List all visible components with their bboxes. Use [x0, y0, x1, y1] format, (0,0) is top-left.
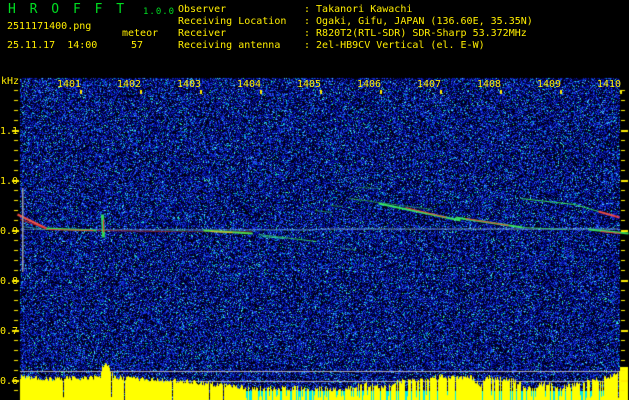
- time-tick-label: 1404: [237, 79, 262, 90]
- spectrogram-canvas: [0, 0, 629, 400]
- datetime-label: 25.11.17 14:00: [7, 40, 98, 51]
- station-info-row: Receiver : R820T2(RTL-SDR) SDR-Sharp 53.3…: [178, 28, 533, 40]
- output-filename: 2511171400.png: [7, 21, 92, 32]
- time-tick-label: 1401: [57, 79, 82, 90]
- freq-tick-label: 0.7: [0, 326, 19, 337]
- freq-tick-label: 1.1: [0, 126, 19, 137]
- station-info-block: Observer: Takanori Kawachi Receiving Loca…: [178, 4, 533, 52]
- app-title: H R O F F T: [8, 2, 128, 17]
- station-info-row: Receiving Location : Ogaki, Gifu, JAPAN (…: [178, 16, 533, 28]
- time-tick-label: 1410: [597, 79, 622, 90]
- freq-tick-label: 1.0: [0, 176, 19, 187]
- mode-label: meteor: [122, 28, 159, 39]
- freq-tick-label: 0.8: [0, 276, 19, 287]
- echo-count: 57: [131, 40, 144, 51]
- time-tick-label: 1403: [177, 79, 202, 90]
- info-value: : R820T2(RTL-SDR) SDR-Sharp 53.372MHz: [304, 28, 527, 39]
- freq-tick-label: 0.9: [0, 226, 19, 237]
- info-value: : Takanori Kawachi: [304, 4, 413, 15]
- app-version: 1.0.0: [143, 7, 176, 17]
- time-tick-label: 1405: [297, 79, 322, 90]
- info-label: Observer: [178, 4, 227, 15]
- station-info-row: Receiving antenna : 2el-HB9CV Vertical (e…: [178, 40, 533, 52]
- time-tick-label: 1409: [537, 79, 562, 90]
- info-label: Receiver: [178, 28, 227, 39]
- freq-axis-unit: kHz: [1, 76, 20, 87]
- info-value: : 2el-HB9CV Vertical (el. E-W): [304, 40, 485, 51]
- time-tick-label: 1406: [357, 79, 382, 90]
- time-tick-label: 1407: [417, 79, 442, 90]
- freq-tick-label: 0.6: [0, 376, 19, 387]
- time-tick-label: 1402: [117, 79, 142, 90]
- info-label: Receiving Location: [178, 16, 287, 27]
- time-tick-label: 1408: [477, 79, 502, 90]
- info-value: : Ogaki, Gifu, JAPAN (136.60E, 35.35N): [304, 16, 533, 27]
- hrofft-window: H R O F F T 1.0.0 2511171400.png meteor …: [0, 0, 629, 400]
- station-info-row: Observer : Takanori Kawachi: [178, 4, 533, 16]
- info-label: Receiving antenna: [178, 40, 281, 51]
